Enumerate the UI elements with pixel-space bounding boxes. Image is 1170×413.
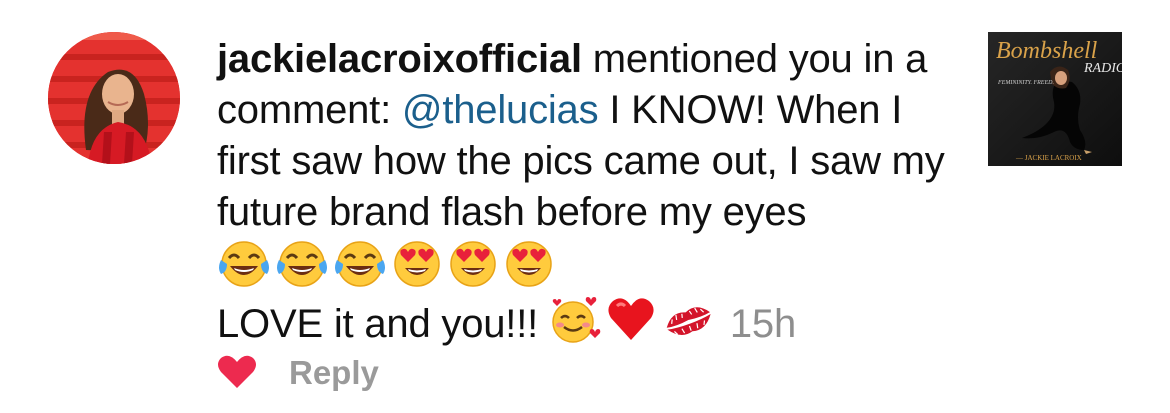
avatar-photo xyxy=(48,32,180,164)
emoji-group-1 xyxy=(217,241,559,290)
username-link[interactable]: jackielacroixofficial xyxy=(217,37,582,81)
tears-of-joy-emoji-icon xyxy=(217,238,271,288)
heart-eyes-emoji-icon xyxy=(391,238,443,288)
thumbnail-title: Bombshell xyxy=(996,38,1098,64)
emoji-group-2 xyxy=(549,297,730,346)
user-avatar[interactable] xyxy=(48,32,180,164)
mention-link[interactable]: @thelucias xyxy=(402,88,599,132)
tears-of-joy-emoji-icon xyxy=(275,238,329,288)
thumbnail-subtitle: RADIO xyxy=(1083,61,1122,76)
red-heart-emoji-icon xyxy=(605,294,657,344)
notification-text: jackielacroixofficial mentioned you in a… xyxy=(217,34,957,350)
comment-text-continued: LOVE it and you!!! xyxy=(217,302,539,346)
activity-notification-row[interactable]: jackielacroixofficial mentioned you in a… xyxy=(0,0,1170,413)
kiss-mark-emoji-icon xyxy=(661,294,715,344)
heart-icon xyxy=(218,355,256,388)
thumbnail-author: — JACKIE LACROIX xyxy=(1015,154,1082,162)
tears-of-joy-emoji-icon xyxy=(333,238,387,288)
smiling-face-with-hearts-emoji-icon xyxy=(549,294,601,344)
reply-button[interactable]: Reply xyxy=(289,354,379,392)
thumbnail-tagline: FEMININITY. FREED. xyxy=(997,80,1054,86)
timestamp: 15h xyxy=(729,302,797,346)
heart-eyes-emoji-icon xyxy=(503,238,555,288)
post-thumbnail[interactable]: Bombshell RADIO FEMININITY. FREED. — JAC… xyxy=(988,32,1122,166)
like-button[interactable] xyxy=(217,354,257,390)
heart-eyes-emoji-icon xyxy=(447,238,499,288)
thumbnail-image: Bombshell RADIO FEMININITY. FREED. — JAC… xyxy=(988,32,1122,166)
